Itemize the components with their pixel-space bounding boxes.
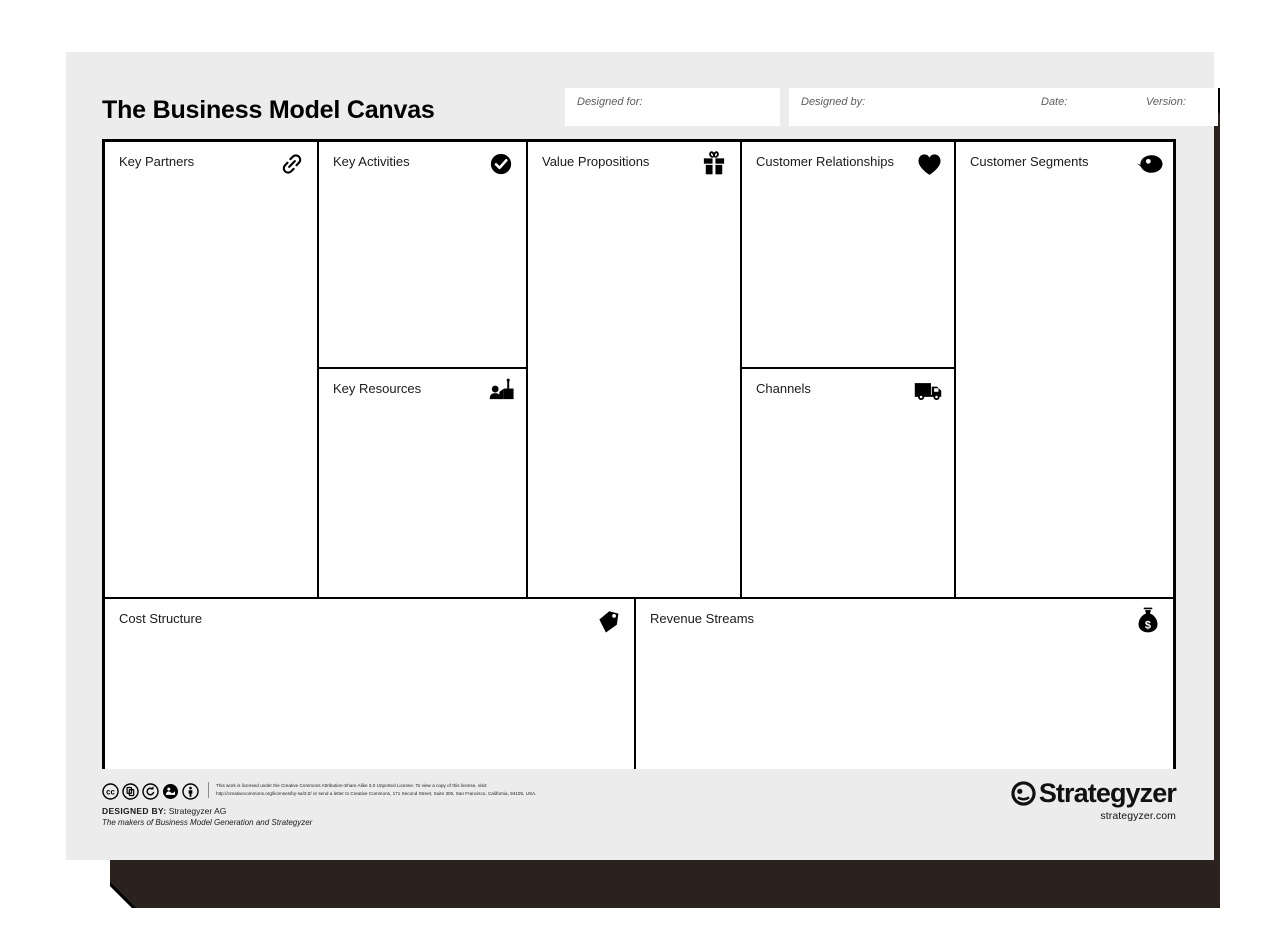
block-title-key-activities: Key Activities bbox=[333, 154, 410, 169]
block-channels[interactable]: Channels bbox=[742, 369, 956, 597]
remix-icon bbox=[122, 783, 139, 800]
block-key-resources[interactable]: Key Resources bbox=[319, 369, 528, 597]
brand-row: Strategyzer bbox=[1010, 778, 1177, 808]
strategyzer-logo-icon bbox=[1010, 780, 1037, 807]
attribution-icon bbox=[182, 783, 199, 800]
chain-link-icon bbox=[279, 151, 305, 177]
canvas-grid: Key Partners Key Activities Key Resource… bbox=[102, 139, 1176, 769]
designed-for-label: Designed for: bbox=[577, 96, 643, 108]
block-title-revenue-streams: Revenue Streams bbox=[650, 611, 755, 626]
svg-text:$: $ bbox=[1145, 619, 1151, 631]
license-text: This work is licensed under the Creative… bbox=[208, 782, 596, 798]
block-customer-relationships[interactable]: Customer Relationships bbox=[742, 142, 956, 369]
strategyzer-brand[interactable]: Strategyzer strategyzer.com bbox=[1010, 778, 1177, 822]
version-field[interactable]: Version: bbox=[1134, 88, 1218, 126]
designed-by-credit-value: Strategyzer AG bbox=[168, 806, 227, 816]
designed-by-field[interactable]: Designed by: bbox=[789, 88, 1069, 126]
block-title-customer-segments: Customer Segments bbox=[970, 154, 1089, 169]
brand-url[interactable]: strategyzer.com bbox=[1010, 810, 1176, 822]
block-title-key-resources: Key Resources bbox=[333, 381, 422, 396]
block-title-channels: Channels bbox=[756, 381, 811, 396]
block-key-activities[interactable]: Key Activities bbox=[319, 142, 528, 369]
block-revenue-streams[interactable]: Revenue Streams $ bbox=[636, 597, 1173, 769]
creative-commons-badges: cc bbox=[102, 783, 199, 800]
designed-by-label: Designed by: bbox=[801, 96, 866, 108]
designed-for-field[interactable]: Designed for: bbox=[565, 88, 780, 126]
block-title-cost-structure: Cost Structure bbox=[119, 611, 203, 626]
date-label: Date: bbox=[1041, 96, 1068, 108]
block-title-customer-relationships: Customer Relationships bbox=[756, 154, 895, 169]
business-model-canvas-sheet: The Business Model Canvas Designed for: … bbox=[66, 52, 1218, 860]
heart-icon bbox=[917, 153, 942, 176]
license-line-1: This work is licensed under the Creative… bbox=[216, 783, 488, 788]
factory-worker-icon bbox=[488, 378, 518, 404]
shadow-bevel-bottom-left bbox=[110, 882, 136, 908]
canvas-footer: cc This work is licensed under the Creat… bbox=[102, 778, 1177, 840]
date-field[interactable]: Date: bbox=[1029, 88, 1137, 126]
designed-by-credit: DESIGNED BY: Strategyzer AG bbox=[102, 806, 226, 816]
block-cost-structure[interactable]: Cost Structure bbox=[105, 597, 636, 769]
block-value-propositions[interactable]: Value Propositions bbox=[528, 142, 742, 597]
share-alike-icon bbox=[142, 783, 159, 800]
version-label: Version: bbox=[1146, 96, 1186, 108]
gift-box-icon bbox=[702, 149, 726, 177]
svg-text:cc: cc bbox=[106, 787, 115, 796]
check-circle-icon bbox=[488, 151, 514, 177]
price-tag-icon bbox=[596, 610, 620, 634]
block-title-key-partners: Key Partners bbox=[119, 154, 195, 169]
designed-by-credit-label: DESIGNED BY: bbox=[102, 806, 167, 816]
delivery-truck-icon bbox=[914, 380, 944, 402]
block-customer-segments[interactable]: Customer Segments bbox=[956, 142, 1173, 597]
money-bag-icon: $ bbox=[1137, 606, 1159, 634]
creative-commons-icon: cc bbox=[102, 783, 119, 800]
page-title: The Business Model Canvas bbox=[102, 96, 435, 124]
sampling-icon bbox=[162, 783, 179, 800]
person-head-icon bbox=[1135, 152, 1163, 176]
canvas-header: The Business Model Canvas Designed for: … bbox=[102, 88, 1218, 132]
tagline: The makers of Business Model Generation … bbox=[102, 818, 313, 827]
block-key-partners[interactable]: Key Partners bbox=[105, 142, 319, 597]
brand-name: Strategyzer bbox=[1038, 778, 1177, 808]
block-title-value-propositions: Value Propositions bbox=[542, 154, 650, 169]
license-line-2: http://creativecommons.org/licenses/by-s… bbox=[216, 791, 537, 796]
